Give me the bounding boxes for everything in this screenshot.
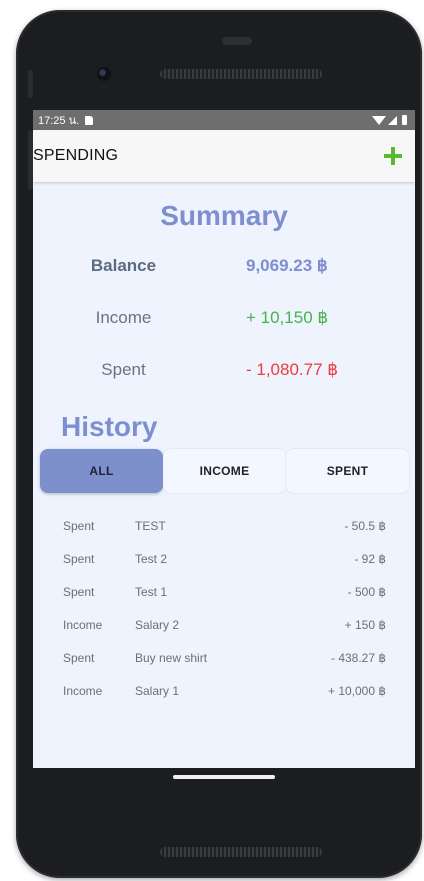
balance-label: Balance [90,256,157,275]
history-filter-tabs: ALL INCOME SPENT [40,449,410,495]
summary-heading: Summary [160,200,288,231]
item-type: Spent [63,650,95,665]
list-item[interactable]: Spent Test 2 - 92 ฿ [33,542,415,575]
spent-row: Spent - 1,080.77 ฿ [33,345,415,395]
app-title: SPENDING [33,147,119,164]
bottom-speaker [160,847,322,857]
earpiece-speaker [160,69,322,79]
tab-all[interactable]: ALL [40,449,163,493]
item-description: TEST [135,518,166,533]
item-description: Test 2 [135,551,168,566]
tab-income[interactable]: INCOME [163,449,286,493]
income-label: Income [95,308,152,327]
item-amount: - 438.27 ฿ [330,650,386,665]
status-bar: 17:25 น. [33,110,415,130]
item-amount: - 50.5 ฿ [344,518,386,533]
signal-icon [388,115,397,125]
item-description: Test 1 [135,584,168,599]
balance-value: 9,069.23 ฿ [246,256,328,275]
item-amount: + 10,000 ฿ [327,683,386,698]
item-type: Spent [63,584,95,599]
income-row: Income + 10,150 ฿ [33,293,415,343]
home-gesture-bar[interactable] [173,775,275,779]
item-description: Salary 1 [135,683,180,698]
item-type: Income [63,617,103,632]
volume-button [28,70,33,98]
app-bar: SPENDING [33,130,415,182]
history-heading: History [61,411,158,442]
item-type: Spent [63,518,95,533]
income-value: + 10,150 ฿ [246,308,329,327]
list-item[interactable]: Spent TEST - 50.5 ฿ [33,509,415,542]
item-description: Buy new shirt [135,650,208,665]
list-item[interactable]: Income Salary 1 + 10,000 ฿ [33,674,415,707]
plus-icon[interactable] [381,144,405,168]
wifi-icon [372,115,386,125]
spent-label: Spent [101,360,146,379]
spent-value: - 1,080.77 ฿ [246,360,339,379]
item-amount: + 150 ฿ [344,617,386,632]
sensor-pill [222,37,252,45]
history-list: Spent TEST - 50.5 ฿ Spent Test 2 - 92 ฿ … [33,509,415,707]
list-item[interactable]: Spent Buy new shirt - 438.27 ฿ [33,641,415,674]
balance-row: Balance 9,069.23 ฿ [33,241,415,291]
item-description: Salary 2 [135,617,180,632]
list-item[interactable]: Spent Test 1 - 500 ฿ [33,575,415,608]
list-item[interactable]: Income Salary 2 + 150 ฿ [33,608,415,641]
item-type: Income [63,683,103,698]
battery-icon [402,115,407,125]
app-screen: 17:25 น. SPENDING Summary Balance 9,069.… [33,110,415,768]
item-amount: - 92 ฿ [354,551,386,566]
item-amount: - 500 ฿ [347,584,386,599]
item-type: Spent [63,551,95,566]
front-camera-icon [97,67,111,81]
status-time: 17:25 น. [38,115,80,127]
tab-spent[interactable]: SPENT [286,449,409,493]
sd-card-icon [85,115,94,125]
